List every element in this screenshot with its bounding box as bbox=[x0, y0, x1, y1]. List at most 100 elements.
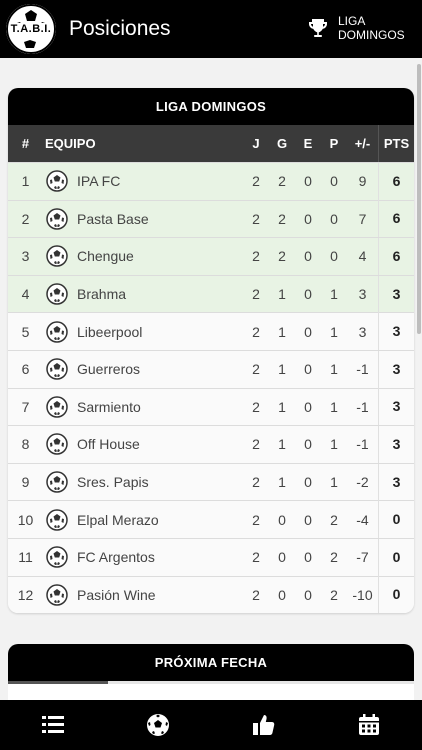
next-fixture-tabs[interactable] bbox=[8, 681, 414, 684]
lost-cell: 1 bbox=[330, 286, 338, 303]
app-header: T.A.B.I. Posiciones LIGA DOMINGOS bbox=[0, 0, 422, 58]
position-cell: 9 bbox=[21, 474, 30, 491]
team-name: Chengue bbox=[77, 248, 134, 265]
nav-matches[interactable] bbox=[128, 703, 188, 747]
table-row[interactable]: 8 Off House 2 1 0 1 -1 3 bbox=[8, 425, 414, 463]
trophy-icon bbox=[309, 19, 327, 37]
team-name: Libeerpool bbox=[77, 323, 143, 340]
team-name: IPA FC bbox=[77, 173, 121, 190]
lost-cell: 2 bbox=[330, 511, 338, 528]
team-logo-icon bbox=[46, 283, 68, 305]
team-logo-icon bbox=[46, 508, 68, 531]
points-cell: 0 bbox=[378, 538, 414, 576]
goal-diff-cell: 3 bbox=[358, 286, 367, 303]
team-cell: Guerreros bbox=[43, 358, 243, 381]
team-name: Sarmiento bbox=[77, 398, 141, 415]
table-row[interactable]: 4 Brahma 2 1 0 1 3 3 bbox=[8, 274, 414, 313]
table-row[interactable]: 5 Libeerpool 2 1 0 1 3 3 bbox=[8, 312, 414, 351]
team-logo-icon bbox=[46, 396, 68, 418]
next-fixture-tab-indicator bbox=[8, 681, 108, 684]
team-cell: Chengue bbox=[43, 245, 243, 268]
won-cell: 1 bbox=[278, 436, 286, 453]
table-row[interactable]: 7 Sarmiento 2 1 0 1 -1 3 bbox=[8, 387, 414, 426]
table-row[interactable]: 11 FC Argentos 2 0 0 2 -7 0 bbox=[8, 537, 414, 576]
table-row[interactable]: 1 IPA FC 2 2 0 0 9 6 bbox=[8, 162, 414, 200]
col-team: EQUIPO bbox=[45, 136, 96, 151]
scrollbar-thumb[interactable] bbox=[417, 64, 421, 334]
scrollbar[interactable] bbox=[416, 58, 422, 338]
drawn-cell: 0 bbox=[304, 398, 312, 415]
points-cell: 3 bbox=[378, 275, 414, 313]
won-cell: 2 bbox=[278, 248, 286, 265]
played-cell: 2 bbox=[252, 173, 260, 190]
goal-diff-cell: -1 bbox=[356, 436, 369, 453]
position-cell: 12 bbox=[17, 586, 34, 603]
team-cell: Pasión Wine bbox=[43, 584, 243, 606]
standings-title: LIGA DOMINGOS bbox=[8, 88, 414, 125]
goal-diff-cell: 4 bbox=[358, 248, 367, 265]
team-logo-icon bbox=[46, 546, 68, 568]
position-cell: 2 bbox=[21, 210, 30, 227]
table-header: # EQUIPO J G E P +/- PTS bbox=[8, 125, 414, 162]
won-cell: 2 bbox=[278, 173, 286, 190]
played-cell: 2 bbox=[252, 248, 260, 265]
team-cell: IPA FC bbox=[43, 170, 243, 193]
won-cell: 0 bbox=[278, 586, 286, 603]
lost-cell: 0 bbox=[330, 173, 338, 190]
team-logo-icon bbox=[46, 245, 68, 268]
played-cell: 2 bbox=[252, 474, 260, 491]
played-cell: 2 bbox=[252, 323, 260, 340]
next-fixture-title: PRÓXIMA FECHA bbox=[8, 644, 414, 681]
position-cell: 6 bbox=[21, 361, 30, 378]
position-cell: 5 bbox=[21, 323, 30, 340]
points-cell: 3 bbox=[378, 388, 414, 426]
won-cell: 0 bbox=[278, 549, 286, 566]
team-name: Elpal Merazo bbox=[77, 511, 159, 528]
drawn-cell: 0 bbox=[304, 436, 312, 453]
drawn-cell: 0 bbox=[304, 286, 312, 303]
goal-diff-cell: -7 bbox=[356, 549, 369, 566]
won-cell: 1 bbox=[278, 323, 286, 340]
nav-standings[interactable] bbox=[23, 703, 83, 747]
table-row[interactable]: 9 Sres. Papis 2 1 0 1 -2 3 bbox=[8, 462, 414, 501]
points-cell: 3 bbox=[378, 350, 414, 388]
table-row[interactable]: 10 Elpal Merazo 2 0 0 2 -4 0 bbox=[8, 500, 414, 539]
goal-diff-cell: 3 bbox=[358, 323, 367, 340]
team-name: FC Argentos bbox=[77, 549, 155, 566]
col-j: J bbox=[252, 136, 260, 151]
points-cell: 6 bbox=[378, 200, 414, 238]
goal-diff-cell: 9 bbox=[358, 173, 367, 190]
table-row[interactable]: 3 Chengue 2 2 0 0 4 6 bbox=[8, 237, 414, 275]
points-cell: 6 bbox=[378, 237, 414, 275]
nav-likes[interactable] bbox=[234, 703, 294, 747]
goal-diff-cell: -10 bbox=[352, 586, 373, 603]
table-row[interactable]: 6 Guerreros 2 1 0 1 -1 3 bbox=[8, 349, 414, 388]
position-cell: 10 bbox=[17, 511, 34, 528]
team-name: Off House bbox=[77, 436, 140, 453]
league-selector[interactable]: LIGA DOMINGOS bbox=[306, 14, 408, 42]
played-cell: 2 bbox=[252, 361, 260, 378]
team-cell: Sres. Papis bbox=[43, 471, 243, 493]
lost-cell: 1 bbox=[330, 474, 338, 491]
team-name: Brahma bbox=[77, 286, 127, 303]
lost-cell: 0 bbox=[330, 248, 338, 265]
team-cell: Off House bbox=[43, 433, 243, 456]
lost-cell: 1 bbox=[330, 361, 338, 378]
position-cell: 8 bbox=[21, 436, 30, 453]
goal-diff-cell: 7 bbox=[358, 210, 367, 227]
col-g: G bbox=[276, 136, 288, 151]
goal-diff-cell: -4 bbox=[356, 511, 369, 528]
nav-calendar[interactable] bbox=[339, 703, 399, 747]
drawn-cell: 0 bbox=[304, 549, 312, 566]
table-row[interactable]: 2 Pasta Base 2 2 0 0 7 6 bbox=[8, 199, 414, 238]
position-cell: 3 bbox=[21, 248, 30, 265]
team-name: Guerreros bbox=[77, 361, 141, 378]
drawn-cell: 0 bbox=[304, 248, 312, 265]
goal-diff-cell: -1 bbox=[356, 398, 369, 415]
col-diff: +/- bbox=[354, 136, 371, 151]
league-label-line2: DOMINGOS bbox=[338, 28, 405, 42]
team-name: Sres. Papis bbox=[77, 474, 149, 491]
table-row[interactable]: 12 Pasión Wine 2 0 0 2 -10 0 bbox=[8, 575, 414, 614]
col-pts: PTS bbox=[378, 125, 414, 162]
played-cell: 2 bbox=[252, 436, 260, 453]
